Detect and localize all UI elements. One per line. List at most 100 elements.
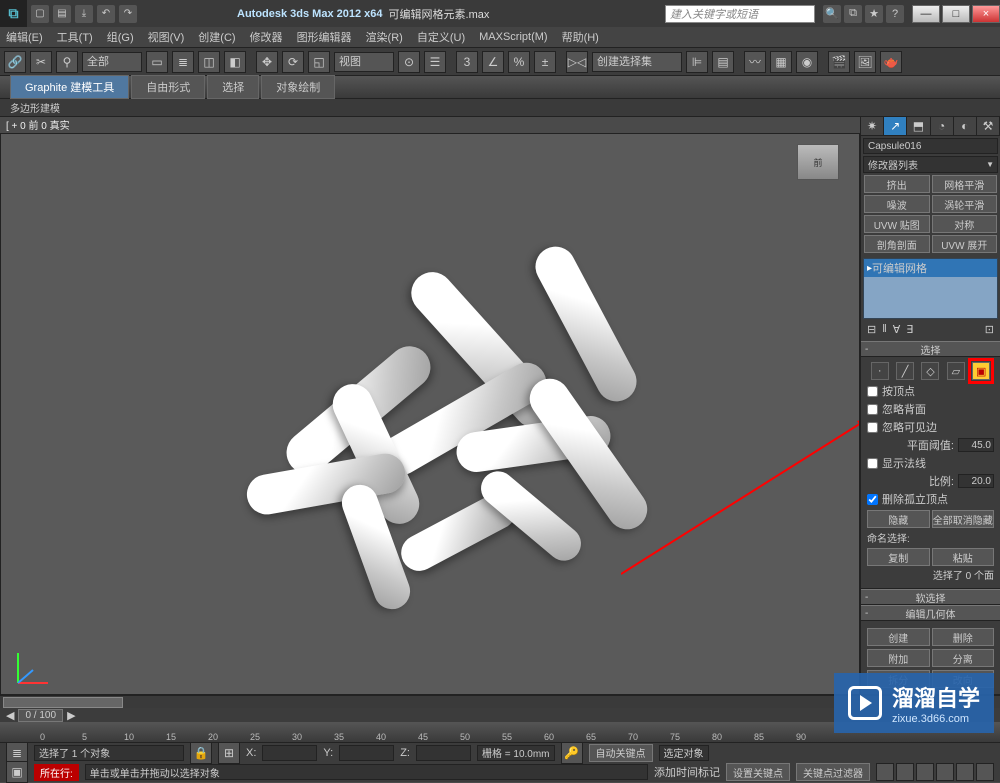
align-icon[interactable]: ⊫ (686, 51, 708, 73)
mod-btn-symmetry[interactable]: 对称 (932, 215, 998, 233)
modifier-stack[interactable]: ▸ 可编辑网格 (863, 258, 998, 319)
stack-item-editable-mesh[interactable]: ▸ 可编辑网格 (864, 259, 997, 277)
keymode-dropdown[interactable]: 选定对象 (659, 745, 709, 761)
mod-btn-uvwmap[interactable]: UVW 贴图 (864, 215, 930, 233)
menu-render[interactable]: 渲染(R) (366, 29, 403, 45)
nav-zoom-icon[interactable] (896, 763, 914, 781)
hide-button[interactable]: 隐藏 (867, 510, 930, 528)
manip-icon[interactable]: ☰ (424, 51, 446, 73)
mod-btn-sweep[interactable]: 剖角剖面 (864, 235, 930, 253)
viewcube[interactable]: 前 (797, 144, 839, 180)
subobj-vertex-icon[interactable]: · (871, 362, 889, 380)
isolate-icon[interactable]: 🔑 (561, 742, 583, 764)
nav-zoomext-icon[interactable] (916, 763, 934, 781)
chk-ignore-visedge[interactable] (867, 422, 878, 433)
subobj-edge-icon[interactable]: ╱ (896, 362, 914, 380)
y-field[interactable] (339, 745, 394, 761)
window-crossing-icon[interactable]: ◧ (224, 51, 246, 73)
render-icon[interactable]: 🫖 (880, 51, 902, 73)
qa-redo-icon[interactable]: ↷ (119, 5, 137, 23)
x-field[interactable] (262, 745, 317, 761)
spinner-snap-icon[interactable]: ± (534, 51, 556, 73)
infocenter-search-icon[interactable]: 🔍 (823, 5, 841, 23)
cp-tab-display-icon[interactable]: ◐ (954, 117, 977, 135)
window-close-button[interactable]: × (972, 5, 1000, 23)
window-maximize-button[interactable]: □ (942, 5, 970, 23)
bind-icon[interactable]: ⚲ (56, 51, 78, 73)
setkey-button[interactable]: 设置关键点 (726, 763, 790, 781)
geom-delete-button[interactable]: 删除 (932, 628, 995, 646)
ribbon-tab-graphite[interactable]: Graphite 建模工具 (10, 75, 129, 99)
render-setup-icon[interactable]: 🎬 (828, 51, 850, 73)
menu-maxscript[interactable]: MAXScript(M) (479, 31, 547, 43)
paste-named-button[interactable]: 粘贴 (932, 548, 995, 566)
menu-help[interactable]: 帮助(H) (562, 29, 599, 45)
infocenter-sub-icon[interactable]: ⧉ (844, 5, 862, 23)
percent-snap-icon[interactable]: % (508, 51, 530, 73)
geom-create-button[interactable]: 创建 (867, 628, 930, 646)
mod-btn-noise[interactable]: 噪波 (864, 195, 930, 213)
subobj-face-icon[interactable]: ◇ (921, 362, 939, 380)
pivot-icon[interactable]: ⊙ (398, 51, 420, 73)
stack-config-icon[interactable]: ⊡ (985, 323, 994, 336)
mod-btn-meshsmooth[interactable]: 网格平滑 (932, 175, 998, 193)
chk-by-vertex[interactable] (867, 386, 878, 397)
infocenter-help-icon[interactable]: ? (886, 5, 904, 23)
copy-named-button[interactable]: 复制 (867, 548, 930, 566)
material-editor-icon[interactable]: ◉ (796, 51, 818, 73)
named-selection-dropdown[interactable]: 创建选择集 (592, 52, 682, 72)
nav-orbit-icon[interactable] (956, 763, 974, 781)
mod-btn-unwrap[interactable]: UVW 展开 (932, 235, 998, 253)
subobj-element-icon[interactable]: ▣ (972, 362, 990, 380)
viewport[interactable]: 前 (0, 133, 860, 695)
script-listener-icon[interactable]: ▣ (6, 761, 28, 783)
geom-attach-button[interactable]: 附加 (867, 649, 930, 667)
rollout-selection-header[interactable]: 选择 (861, 341, 1000, 357)
keyfilter-button[interactable]: 关键点过滤器 (796, 763, 870, 781)
menu-modifiers[interactable]: 修改器 (250, 29, 283, 45)
coord-display-icon[interactable]: ⊞ (218, 742, 240, 764)
help-search-input[interactable]: 建入关键字或短语 (665, 5, 815, 23)
menu-edit[interactable]: 编辑(E) (6, 29, 43, 45)
ribbon-tab-freeform[interactable]: 自由形式 (131, 75, 205, 99)
rotate-icon[interactable]: ⟳ (282, 51, 304, 73)
select-region-icon[interactable]: ◫ (198, 51, 220, 73)
chk-show-normals[interactable] (867, 458, 878, 469)
layers-icon[interactable]: ▤ (712, 51, 734, 73)
rendered-frame-icon[interactable]: 🖼 (854, 51, 876, 73)
chk-ignore-backface[interactable] (867, 404, 878, 415)
time-slider-knob[interactable]: 0 / 100 (18, 709, 63, 722)
menu-customize[interactable]: 自定义(U) (417, 29, 465, 45)
cp-tab-utilities-icon[interactable]: ⚒ (977, 117, 1000, 135)
stack-pin-icon[interactable]: ⊟ (867, 323, 876, 336)
mod-btn-turbosmooth[interactable]: 涡轮平滑 (932, 195, 998, 213)
ribbon-tab-selection[interactable]: 选择 (207, 75, 259, 99)
menu-tools[interactable]: 工具(T) (57, 29, 93, 45)
qa-new-icon[interactable]: ▢ (31, 5, 49, 23)
chk-delete-iso[interactable] (867, 494, 878, 505)
scale-icon[interactable]: ◱ (308, 51, 330, 73)
link-icon[interactable]: 🔗 (4, 51, 26, 73)
add-time-tag[interactable]: 添加时间标记 (654, 764, 720, 780)
schematic-icon[interactable]: ▦ (770, 51, 792, 73)
stack-unique-icon[interactable]: ∀ (893, 323, 901, 336)
move-icon[interactable]: ✥ (256, 51, 278, 73)
curve-editor-icon[interactable]: 〰 (744, 51, 766, 73)
snap-icon[interactable]: 3 (456, 51, 478, 73)
modifier-list-dropdown[interactable]: 修改器列表 (863, 156, 998, 173)
mod-btn-extrude[interactable]: 挤出 (864, 175, 930, 193)
planar-threshold-input[interactable] (958, 438, 994, 452)
mirror-icon[interactable]: ▷◁ (566, 51, 588, 73)
window-minimize-button[interactable]: — (912, 5, 940, 23)
rollout-softsel-header[interactable]: 软选择 (861, 589, 1000, 605)
unlink-icon[interactable]: ✂ (30, 51, 52, 73)
ribbon-tab-paint[interactable]: 对象绘制 (261, 75, 335, 99)
qa-save-icon[interactable]: ⤓ (75, 5, 93, 23)
time-next-icon[interactable]: ▶ (67, 709, 75, 722)
viewport-label[interactable]: [ + 0 前 0 真实 (0, 117, 860, 133)
qa-undo-icon[interactable]: ↶ (97, 5, 115, 23)
cp-tab-motion-icon[interactable]: ◔ (931, 117, 954, 135)
nav-fov-icon[interactable] (936, 763, 954, 781)
stack-remove-icon[interactable]: ∃ (906, 323, 913, 336)
cp-tab-modify-icon[interactable]: ↗ (884, 117, 907, 135)
